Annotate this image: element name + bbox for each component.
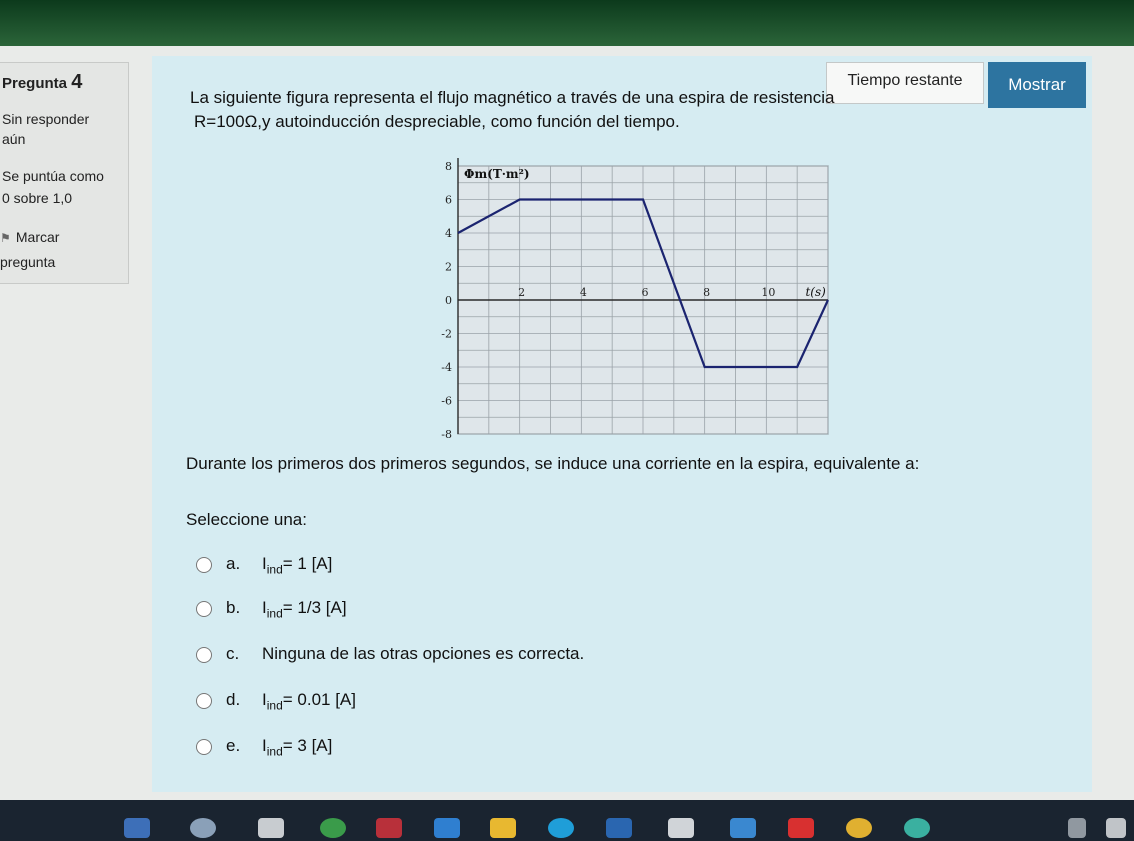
x-tick-label: 2 [518, 286, 525, 299]
option-b-radio[interactable] [196, 601, 212, 617]
system-tray-icon[interactable] [1106, 818, 1126, 838]
y-tick-label: -8 [441, 428, 452, 441]
y-tick-label: 6 [445, 194, 452, 207]
taskbar-app-icon[interactable] [320, 818, 346, 838]
taskbar-app-icon[interactable] [190, 818, 216, 838]
x-tick-label: 4 [580, 286, 587, 299]
taskbar-app-icon[interactable] [490, 818, 516, 838]
question-number: Pregunta 4 [2, 71, 83, 93]
window-top-band [0, 0, 1134, 52]
option-a-radio[interactable] [196, 557, 212, 573]
flag-icon: ⚑ [0, 231, 11, 245]
question-state: Sin responder aún [2, 111, 90, 147]
option-e-radio[interactable] [196, 739, 212, 755]
question-score: Se puntúa como 0 sobre 1,0 [2, 168, 104, 206]
taskbar-app-icon[interactable] [124, 818, 150, 838]
taskbar-app-icon[interactable] [730, 818, 756, 838]
y-axis-label: Φm(T·m²) [464, 167, 530, 181]
y-tick-label: 0 [445, 294, 452, 307]
option-b-text: Iind= 1/3 [A] [262, 598, 347, 621]
taskbar-app-icon[interactable] [668, 818, 694, 838]
taskbar-app-icon[interactable] [548, 818, 574, 838]
y-tick-label: -4 [441, 361, 452, 374]
question-text: La siguiente figura representa el flujo … [190, 88, 835, 131]
taskbar-app-icon[interactable] [258, 818, 284, 838]
option-d-radio[interactable] [196, 693, 212, 709]
flux-chart: 8 6 4 2 0 -2 -4 -6 -8 2 4 6 8 10 Φm(T·m²) t(s) [441, 158, 829, 441]
question-prompt: Durante los primeros dos primeros segund… [186, 454, 920, 473]
y-tick-label: -2 [441, 328, 452, 341]
x-tick-label: 6 [642, 286, 649, 299]
option-e-text: Iind= 3 [A] [262, 736, 333, 759]
option-a-text: Iind= 1 [A] [262, 554, 333, 577]
select-one-label: Seleccione una: [186, 510, 307, 529]
option-d-text: Iind= 0.01 [A] [262, 690, 356, 713]
option-c-text: Ninguna de las otras opciones es correct… [262, 644, 585, 663]
taskbar-app-icon[interactable] [434, 818, 460, 838]
system-tray-icon[interactable] [1068, 818, 1086, 838]
taskbar-app-icon[interactable] [846, 818, 872, 838]
question-info-panel: Pregunta 4 Sin responder aún Se puntúa c… [0, 62, 129, 284]
show-timer-button[interactable]: Mostrar [988, 62, 1086, 108]
y-tick-label: 8 [445, 160, 452, 173]
x-axis-label: t(s) [805, 285, 826, 299]
taskbar-app-icon[interactable] [904, 818, 930, 838]
flag-question-link[interactable]: ⚑ Marcar pregunta [0, 225, 59, 274]
taskbar-app-icon[interactable] [376, 818, 402, 838]
option-c-radio[interactable] [196, 647, 212, 663]
x-tick-label: 8 [703, 286, 710, 299]
y-tick-label: 4 [445, 227, 452, 240]
y-tick-label: -6 [441, 395, 452, 408]
x-tick-label: 10 [761, 286, 775, 299]
taskbar-app-icon[interactable] [606, 818, 632, 838]
taskbar-app-icon[interactable] [788, 818, 814, 838]
y-tick-label: 2 [445, 261, 452, 274]
